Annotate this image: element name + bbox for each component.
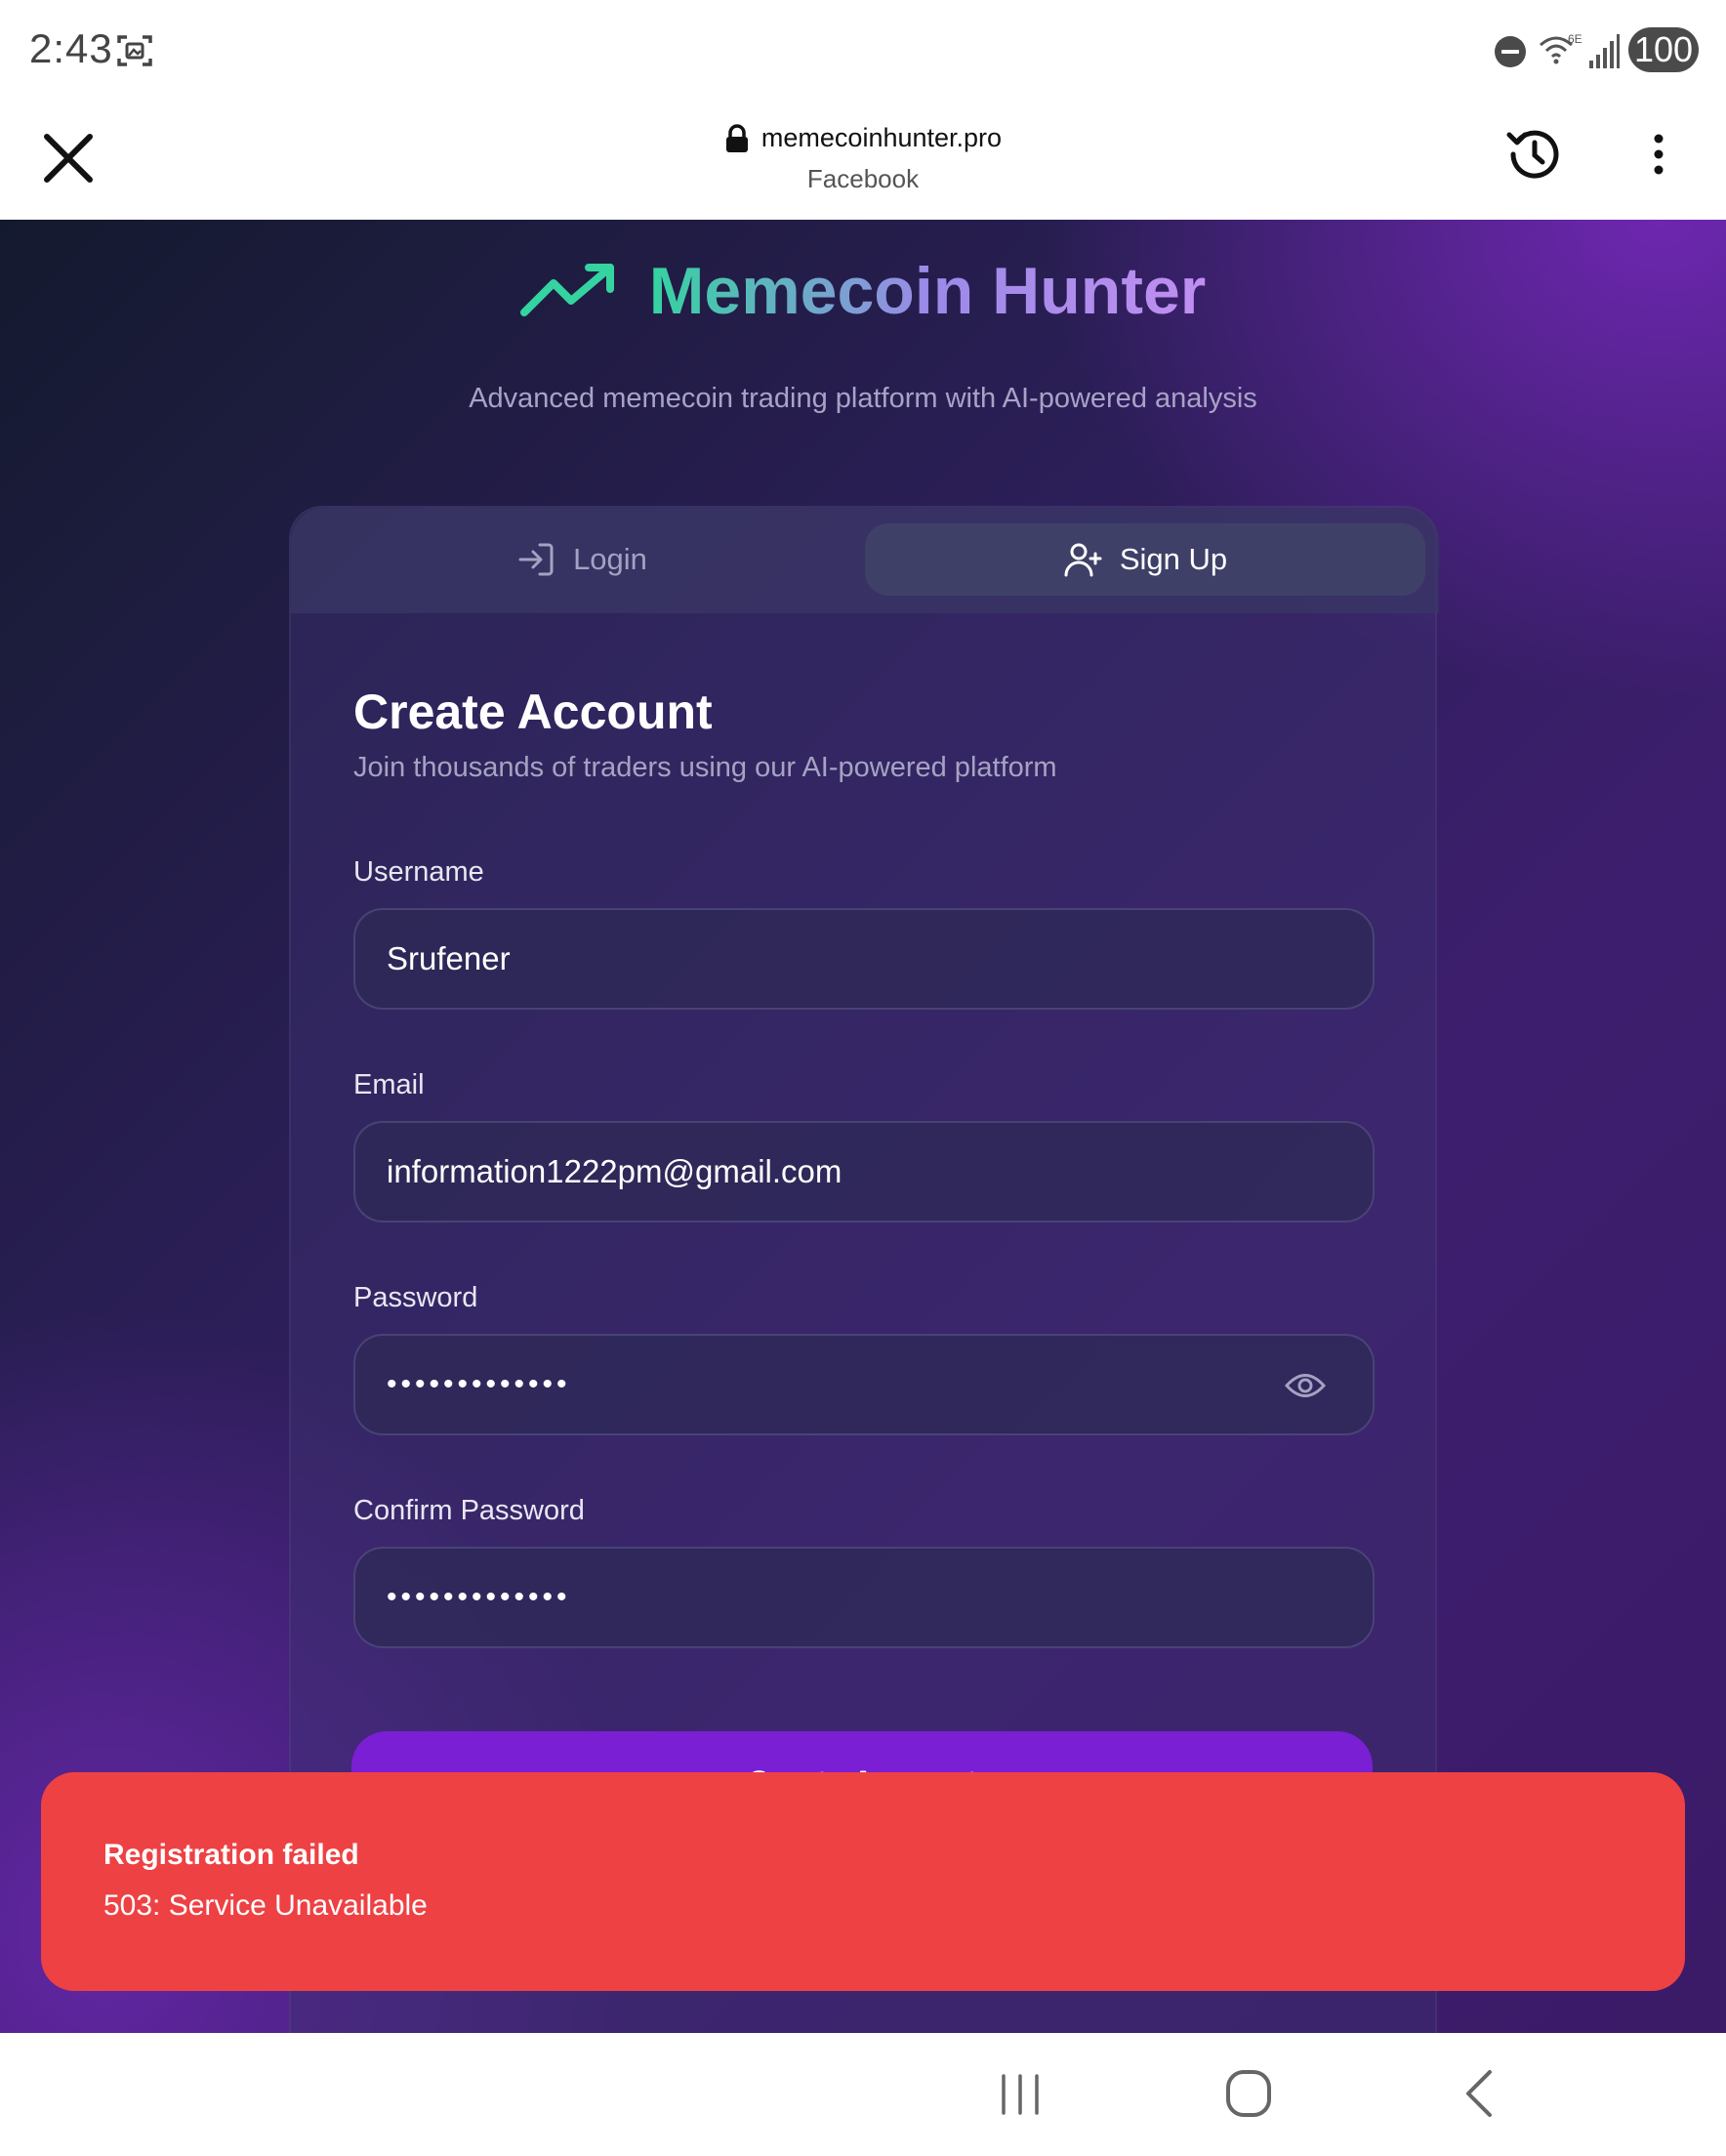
home-icon[interactable] bbox=[1224, 2066, 1273, 2121]
auth-tabs: Login Sign Up bbox=[291, 508, 1439, 613]
tab-login-label: Login bbox=[573, 542, 647, 576]
signal-icon bbox=[1589, 34, 1620, 68]
brand-title: Memecoin Hunter bbox=[648, 254, 1207, 328]
form-title: Create Account bbox=[353, 684, 713, 739]
brand-header: Memecoin Hunter bbox=[0, 253, 1726, 329]
eye-icon[interactable] bbox=[1285, 1369, 1326, 1402]
brand-tagline: Advanced memecoin trading platform with … bbox=[469, 383, 1257, 414]
username-field[interactable]: Srufener bbox=[353, 908, 1375, 1010]
tab-signup-label: Sign Up bbox=[1119, 542, 1228, 576]
password-value: ••••••••••••• bbox=[387, 1368, 571, 1400]
trend-icon bbox=[519, 264, 614, 316]
form-subtitle: Join thousands of traders using our AI-p… bbox=[353, 752, 1057, 783]
email-label: Email bbox=[353, 1069, 425, 1100]
status-time: 2:43 bbox=[29, 25, 113, 71]
email-field[interactable]: information1222pm@gmail.com bbox=[353, 1121, 1375, 1223]
history-icon[interactable] bbox=[1501, 121, 1568, 187]
tab-signup[interactable]: Sign Up bbox=[865, 523, 1425, 596]
password-field[interactable]: ••••••••••••• bbox=[353, 1334, 1375, 1435]
url-display[interactable]: memecoinhunter.pro Facebook bbox=[0, 123, 1726, 194]
url-text: memecoinhunter.pro bbox=[760, 123, 1003, 152]
lock-icon bbox=[725, 123, 748, 152]
back-icon[interactable] bbox=[1459, 2068, 1498, 2119]
toast-message: 503: Service Unavailable bbox=[103, 1889, 428, 1922]
confirm-password-field[interactable]: ••••••••••••• bbox=[353, 1547, 1375, 1648]
menu-icon[interactable] bbox=[1644, 131, 1673, 180]
network-label: 6E bbox=[1568, 32, 1582, 46]
recents-icon[interactable] bbox=[998, 2072, 1043, 2117]
confirm-password-label: Confirm Password bbox=[353, 1495, 585, 1526]
password-label: Password bbox=[353, 1282, 478, 1313]
browser-toolbar: memecoinhunter.pro Facebook bbox=[0, 102, 1726, 220]
username-label: Username bbox=[353, 856, 484, 888]
login-icon bbox=[518, 543, 554, 576]
battery-indicator: 100 bbox=[1628, 27, 1699, 72]
tab-login[interactable]: Login bbox=[305, 523, 859, 596]
dnd-icon bbox=[1495, 36, 1526, 67]
screenshot-icon bbox=[117, 35, 152, 66]
system-nav-bar bbox=[0, 2033, 1726, 2156]
error-toast[interactable]: Registration failed 503: Service Unavail… bbox=[41, 1772, 1685, 1991]
web-content: Memecoin Hunter Advanced memecoin tradin… bbox=[0, 220, 1726, 2033]
confirm-password-value: ••••••••••••• bbox=[387, 1581, 571, 1613]
status-bar: 2:43 6E 100 bbox=[0, 0, 1726, 102]
wifi-icon: 6E bbox=[1540, 32, 1582, 64]
add-user-icon bbox=[1064, 543, 1102, 577]
toast-title: Registration failed bbox=[103, 1839, 359, 1871]
url-subtitle: Facebook bbox=[806, 163, 920, 193]
